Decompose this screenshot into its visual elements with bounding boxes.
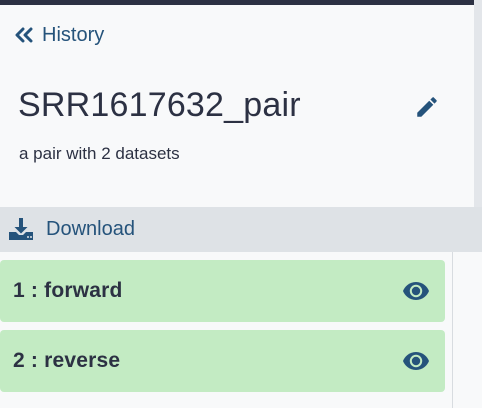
angle-double-left-icon xyxy=(14,27,34,43)
view-dataset-button[interactable] xyxy=(401,350,431,372)
pencil-icon xyxy=(414,94,440,120)
download-button[interactable]: Download xyxy=(6,211,135,247)
view-dataset-button[interactable] xyxy=(401,280,431,302)
collection-title: SRR1617632_pair xyxy=(18,86,301,124)
dataset-title: 2 : reverse xyxy=(13,349,121,372)
dataset-title: 1 : forward xyxy=(13,279,123,302)
panel-divider xyxy=(452,252,453,408)
eye-icon xyxy=(402,351,430,371)
dataset-item-reverse[interactable]: 2 : reverse xyxy=(0,330,445,392)
edit-collection-button[interactable] xyxy=(412,92,442,122)
back-to-history-link[interactable]: History xyxy=(14,22,104,48)
collection-toolbar: Download xyxy=(0,207,482,252)
top-border xyxy=(0,0,482,5)
right-scroll-strip xyxy=(474,0,482,208)
eye-icon xyxy=(402,281,430,301)
dataset-item-forward[interactable]: 1 : forward xyxy=(0,260,445,322)
back-link-label: History xyxy=(42,23,105,46)
collection-description: a pair with 2 datasets xyxy=(19,144,180,163)
download-label: Download xyxy=(46,217,135,240)
download-icon xyxy=(8,217,34,241)
